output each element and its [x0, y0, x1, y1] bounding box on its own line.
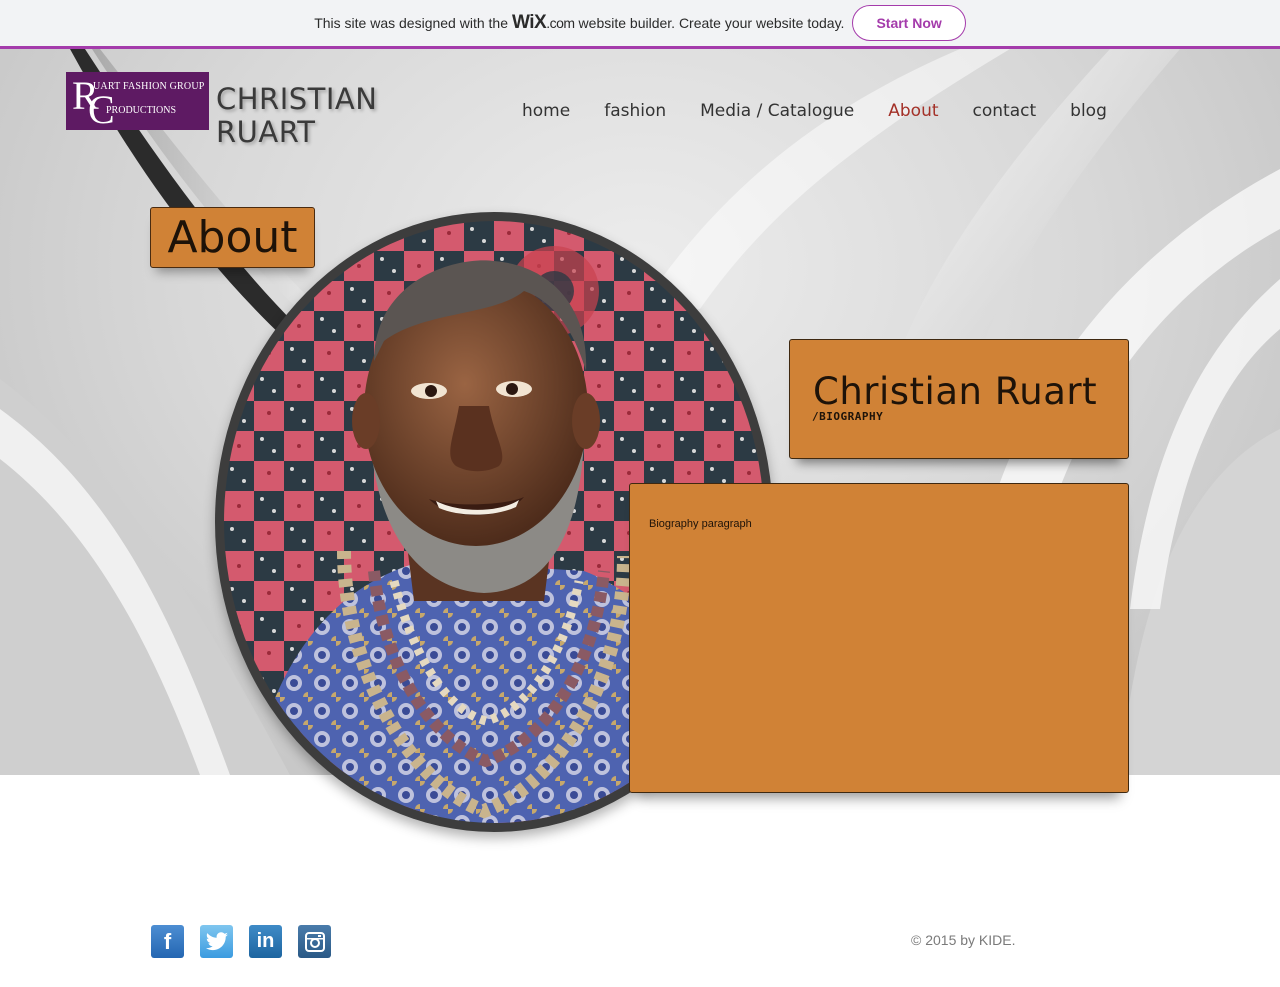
wix-banner-text-after: website builder. Create your website tod… — [578, 15, 845, 31]
wix-logo-word: WiX — [511, 12, 547, 33]
site-title-line1: CHRISTIAN — [216, 82, 378, 116]
linkedin-icon[interactable]: in — [249, 925, 282, 958]
wix-banner-text-before: This site was designed with the — [314, 15, 508, 31]
twitter-icon[interactable] — [200, 925, 233, 958]
logo-line1: UART FASHION GROUP — [93, 81, 205, 92]
name-card: Christian Ruart /BIOGRAPHY — [789, 339, 1129, 459]
site-title[interactable]: CHRISTIAN RUART — [216, 83, 377, 149]
wix-banner-text: This site was designed with the WiX.com … — [314, 12, 844, 34]
nav-item-home[interactable]: home — [505, 101, 587, 121]
nav-item-media-catalogue[interactable]: Media / Catalogue — [683, 101, 871, 121]
wix-logo: WiX.com — [512, 12, 575, 34]
nav-item-blog[interactable]: blog — [1053, 101, 1124, 121]
nav-item-contact[interactable]: contact — [956, 101, 1054, 121]
instagram-camera-glyph — [304, 931, 325, 952]
instagram-icon[interactable] — [298, 925, 331, 958]
twitter-bird-glyph — [205, 931, 228, 950]
biography-card: Biography paragraph — [629, 483, 1129, 793]
wix-banner: This site was designed with the WiX.com … — [0, 0, 1280, 49]
main-nav: home fashion Media / Catalogue About con… — [505, 101, 1124, 121]
logo-line2: PRODUCTIONS — [106, 105, 177, 116]
brand-logo[interactable]: R C UART FASHION GROUP PRODUCTIONS — [66, 72, 209, 130]
social-links: f in — [151, 925, 331, 958]
facebook-icon[interactable]: f — [151, 925, 184, 958]
nav-item-fashion[interactable]: fashion — [587, 101, 683, 121]
bio-name: Christian Ruart — [813, 370, 1098, 413]
bio-subtitle: /BIOGRAPHY — [812, 410, 884, 423]
biography-paragraph: Biography paragraph — [649, 518, 752, 530]
start-now-button[interactable]: Start Now — [852, 5, 966, 41]
copyright-text: © 2015 by KIDE. — [911, 932, 1016, 948]
wix-logo-domain: .com — [546, 15, 575, 31]
nav-item-about[interactable]: About — [871, 101, 955, 121]
site-title-line2: RUART — [216, 115, 316, 149]
page-heading: About — [150, 207, 315, 268]
